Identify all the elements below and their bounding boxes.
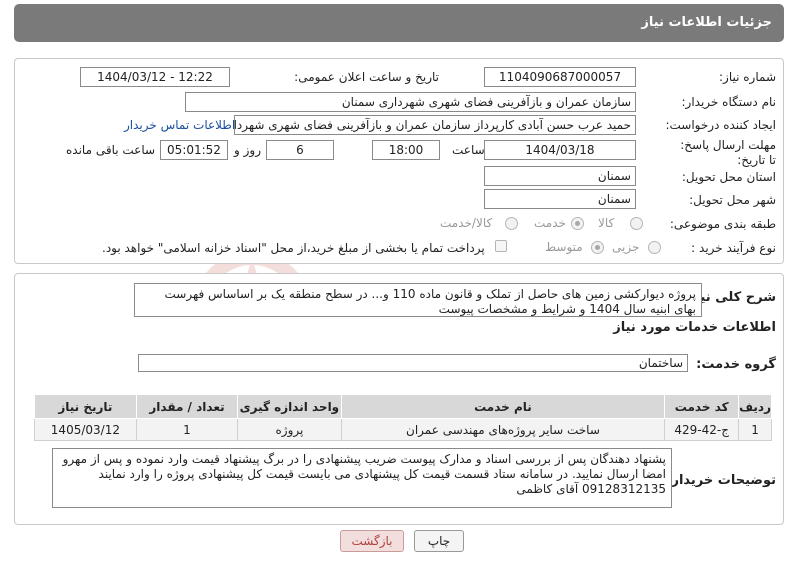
deadline-days-field: 6 <box>266 140 334 160</box>
category-label: طبقه بندی موضوعی: <box>669 217 776 231</box>
need-number-label: شماره نیاز: <box>719 70 776 84</box>
announce-datetime-field: 1404/03/12 - 12:22 <box>80 67 230 87</box>
announce-datetime-label: تاریخ و ساعت اعلان عمومی: <box>294 70 439 84</box>
services-table-header: ردیف کد خدمت نام خدمت واحد اندازه گیری ت… <box>34 394 772 419</box>
category-goods-radio[interactable] <box>630 217 643 230</box>
page-title: جزئیات اطلاعات نیاز <box>641 15 772 30</box>
cell-quantity: 1 <box>135 418 239 441</box>
cell-service-name: ساخت سایر پروژه‌های مهندسی عمران <box>340 418 666 441</box>
cell-service-code: ج-42-429 <box>664 418 740 441</box>
process-minor-radio[interactable] <box>648 241 661 254</box>
process-medium-radio[interactable] <box>591 241 604 254</box>
requester-field: حمید عرب حسن آبادی کارپرداز سازمان عمران… <box>234 115 636 135</box>
category-service-radio[interactable] <box>571 217 584 230</box>
back-button[interactable]: بازگشت <box>340 530 404 552</box>
delivery-province-label: استان محل تحویل: <box>681 170 776 184</box>
cell-row-number: 1 <box>738 418 772 441</box>
service-group-label: گروه خدمت: <box>696 357 776 372</box>
need-number-field: 1104090687000057 <box>484 67 636 87</box>
page-header: جزئیات اطلاعات نیاز <box>14 4 784 42</box>
services-table: ردیف کد خدمت نام خدمت واحد اندازه گیری ت… <box>34 394 772 441</box>
table-row: 1 ج-42-429 ساخت سایر پروژه‌های مهندسی عم… <box>34 418 772 441</box>
requester-label: ایجاد کننده درخواست: <box>665 118 776 132</box>
category-goods-service-label: کالا/خدمت <box>440 216 493 230</box>
process-minor-label: جزیی <box>612 240 640 254</box>
col-unit: واحد اندازه گیری <box>237 394 342 419</box>
delivery-city-field: سمنان <box>484 189 636 209</box>
deadline-days-label: روز و <box>234 143 261 157</box>
process-type-label: نوع فرآیند خرید : <box>691 241 776 255</box>
need-details-panel <box>14 58 784 264</box>
service-group-field: ساختمان <box>138 354 688 372</box>
cell-need-date: 1405/03/12 <box>34 418 137 441</box>
category-service-label: خدمت <box>534 216 566 230</box>
process-medium-label: متوسط <box>545 240 583 254</box>
col-service-name: نام خدمت <box>340 394 666 419</box>
category-goods-service-radio[interactable] <box>505 217 518 230</box>
cell-unit: پروژه <box>237 418 342 441</box>
col-need-date: تاریخ نیاز <box>34 394 137 419</box>
remaining-time-field: 05:01:52 <box>160 140 228 160</box>
delivery-city-label: شهر محل تحویل: <box>689 193 776 207</box>
summary-textarea[interactable]: پروژه دیوارکشی زمین های حاصل از تملک و ق… <box>134 283 702 317</box>
buyer-contact-link[interactable]: اطلاعات تماس خریدار <box>124 118 235 132</box>
deadline-time-field: 18:00 <box>372 140 440 160</box>
col-row-number: ردیف <box>738 394 772 419</box>
category-goods-label: کالا <box>598 216 615 230</box>
deadline-label: مهلت ارسال پاسخ: تا تاریخ: <box>680 138 776 167</box>
buyer-org-field: سازمان عمران و بازآفرینی فضای شهری شهردا… <box>185 92 636 112</box>
buyer-notes-textarea[interactable]: پشنهاد دهندگان پس از بررسی اسناد و مدارک… <box>52 448 672 508</box>
remaining-time-label: ساعت باقی مانده <box>66 143 156 157</box>
print-button[interactable]: چاپ <box>414 530 464 552</box>
treasury-payment-note: پرداخت تمام یا بخشی از مبلغ خرید،از محل … <box>102 241 485 255</box>
services-section-title: اطلاعات خدمات مورد نیاز <box>613 320 776 335</box>
col-quantity: تعداد / مقدار <box>135 394 239 419</box>
deadline-time-label: ساعت <box>452 143 485 157</box>
deadline-date-field: 1404/03/18 <box>484 140 636 160</box>
delivery-province-field: سمنان <box>484 166 636 186</box>
treasury-payment-checkbox[interactable] <box>495 240 507 252</box>
buyer-notes-label: توضیحات خریدار: <box>666 473 776 488</box>
col-service-code: کد خدمت <box>664 394 740 419</box>
buyer-org-label: نام دستگاه خریدار: <box>681 95 777 109</box>
